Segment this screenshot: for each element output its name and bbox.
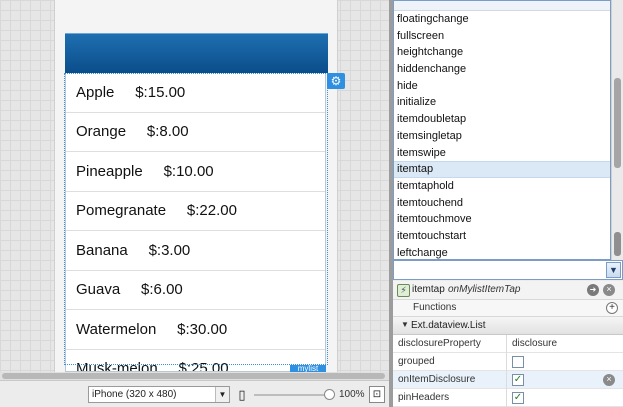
event-option[interactable]: itemdoubletap: [394, 111, 610, 128]
go-to-code-icon[interactable]: ➜: [587, 284, 599, 296]
item-name: Musk-melon: [76, 360, 158, 372]
chevron-down-icon[interactable]: ▼: [215, 387, 229, 402]
event-option[interactable]: heightchange: [394, 44, 610, 61]
item-name: Orange: [76, 123, 127, 141]
event-option[interactable]: initialize: [394, 94, 610, 111]
list-item[interactable]: Orange $:8.00: [66, 113, 325, 152]
item-price: $:6.00: [141, 281, 183, 299]
event-combo-input[interactable]: ▼: [393, 260, 623, 280]
property-name: disclosureProperty: [398, 338, 481, 349]
property-row[interactable]: grouped: [393, 353, 623, 371]
scrollbar-lower-thumb[interactable]: [614, 232, 621, 256]
property-value[interactable]: disclosure: [512, 338, 557, 349]
add-function-icon[interactable]: +: [606, 302, 618, 314]
property-name: grouped: [398, 356, 435, 367]
item-name: Guava: [76, 281, 121, 299]
zoom-slider[interactable]: [254, 394, 334, 396]
item-price: $:10.00: [163, 162, 214, 180]
event-option[interactable]: itemtouchmove: [394, 211, 610, 228]
event-list-header: [394, 1, 610, 11]
list-item[interactable]: Apple $:15.00: [66, 73, 325, 113]
rotate-device-icon[interactable]: ▯: [235, 386, 249, 403]
property-row[interactable]: disclosureProperty disclosure: [393, 335, 623, 353]
scrollbar-thumb[interactable]: [614, 78, 621, 168]
config-group-title: Ext.dataview.List: [411, 320, 486, 331]
canvas-toolbar: iPhone (320 x 480) ▼ ▯ 100% ⊡: [0, 380, 389, 407]
event-option[interactable]: leftchange: [394, 245, 610, 259]
item-name: Pomegranate: [76, 202, 167, 220]
remove-handler-icon[interactable]: ×: [603, 284, 615, 296]
handler-function-name[interactable]: onMylistItemTap: [448, 284, 520, 295]
item-price: $:25.00: [178, 360, 229, 372]
fruit-list[interactable]: Apple $:15.00 Orange $:8.00 Pineapple $:10…: [65, 73, 326, 372]
column-divider: [506, 335, 507, 353]
event-option[interactable]: itemsingletap: [394, 128, 610, 145]
property-checkbox[interactable]: [512, 356, 524, 368]
column-divider: [506, 353, 507, 371]
canvas-horizontal-scrollbar[interactable]: [0, 372, 389, 380]
zoom-slider-thumb[interactable]: [324, 389, 335, 400]
item-price: $:8.00: [146, 123, 189, 141]
clear-property-icon[interactable]: ×: [603, 374, 615, 386]
panel-titlebar[interactable]: [65, 33, 328, 73]
list-item[interactable]: Pomegranate $:22.00: [66, 192, 325, 231]
item-price: $:22.00: [186, 202, 237, 220]
property-name: pinHeaders: [398, 392, 450, 403]
event-option[interactable]: floatingchange: [394, 11, 610, 28]
event-dropdown-list[interactable]: floatingchange fullscreen heightchange hidd…: [393, 0, 611, 260]
chevron-down-icon[interactable]: ▼: [606, 262, 621, 278]
device-size-select[interactable]: iPhone (320 x 480) ▼: [88, 386, 230, 403]
list-item[interactable]: Watermelon $:30.00: [66, 310, 325, 350]
item-name: Apple: [76, 83, 115, 101]
event-option[interactable]: itemtouchend: [394, 195, 610, 212]
list-item[interactable]: Guava $:6.00: [66, 271, 325, 310]
property-checkbox[interactable]: ✓: [512, 374, 524, 386]
item-name: Pineapple: [76, 162, 143, 180]
event-handler-row[interactable]: ⚡ itemtap onMylistItemTap ➜ ×: [393, 281, 623, 300]
item-price: $:3.00: [148, 241, 191, 259]
handler-event-name: itemtap: [412, 284, 445, 295]
gear-icon[interactable]: ⚙: [327, 73, 345, 89]
list-item[interactable]: Pineapple $:10.00: [66, 152, 325, 192]
column-divider: [506, 371, 507, 389]
design-canvas[interactable]: Apple $:15.00 Orange $:8.00 Pineapple $:10…: [0, 0, 389, 372]
item-price: $:15.00: [135, 83, 186, 101]
functions-row[interactable]: Functions +: [393, 300, 623, 317]
property-checkbox[interactable]: ✓: [512, 392, 524, 404]
event-option[interactable]: itemtaphold: [394, 178, 610, 195]
item-name: Banana: [76, 241, 128, 259]
event-option[interactable]: itemtouchstart: [394, 228, 610, 245]
component-tag[interactable]: mylist: [290, 365, 326, 372]
list-item[interactable]: Banana $:3.00: [66, 231, 325, 271]
item-price: $:30.00: [177, 320, 228, 338]
property-row[interactable]: pinHeaders ✓: [393, 389, 623, 407]
fit-to-screen-icon[interactable]: ⊡: [369, 386, 385, 403]
list-item[interactable]: Musk-melon $:25.00: [66, 350, 325, 372]
event-option[interactable]: hiddenchange: [394, 61, 610, 78]
property-name: onItemDisclosure: [398, 374, 476, 385]
caret-down-icon[interactable]: ▼: [401, 320, 409, 329]
event-list-scrollbar[interactable]: [611, 0, 623, 260]
event-binding-icon: ⚡: [397, 284, 410, 297]
event-option[interactable]: itemtap: [394, 161, 610, 178]
event-option[interactable]: itemswipe: [394, 145, 610, 162]
device-size-value: iPhone (320 x 480): [92, 389, 177, 400]
functions-label: Functions: [413, 302, 457, 313]
scrollbar-thumb[interactable]: [2, 373, 385, 379]
zoom-level: 100%: [339, 389, 365, 400]
event-option[interactable]: hide: [394, 78, 610, 95]
config-group-header[interactable]: ▼ Ext.dataview.List: [393, 317, 623, 335]
item-name: Watermelon: [76, 320, 157, 338]
property-row[interactable]: onItemDisclosure ✓ ×: [393, 371, 623, 389]
column-divider: [506, 389, 507, 407]
event-option[interactable]: fullscreen: [394, 28, 610, 45]
